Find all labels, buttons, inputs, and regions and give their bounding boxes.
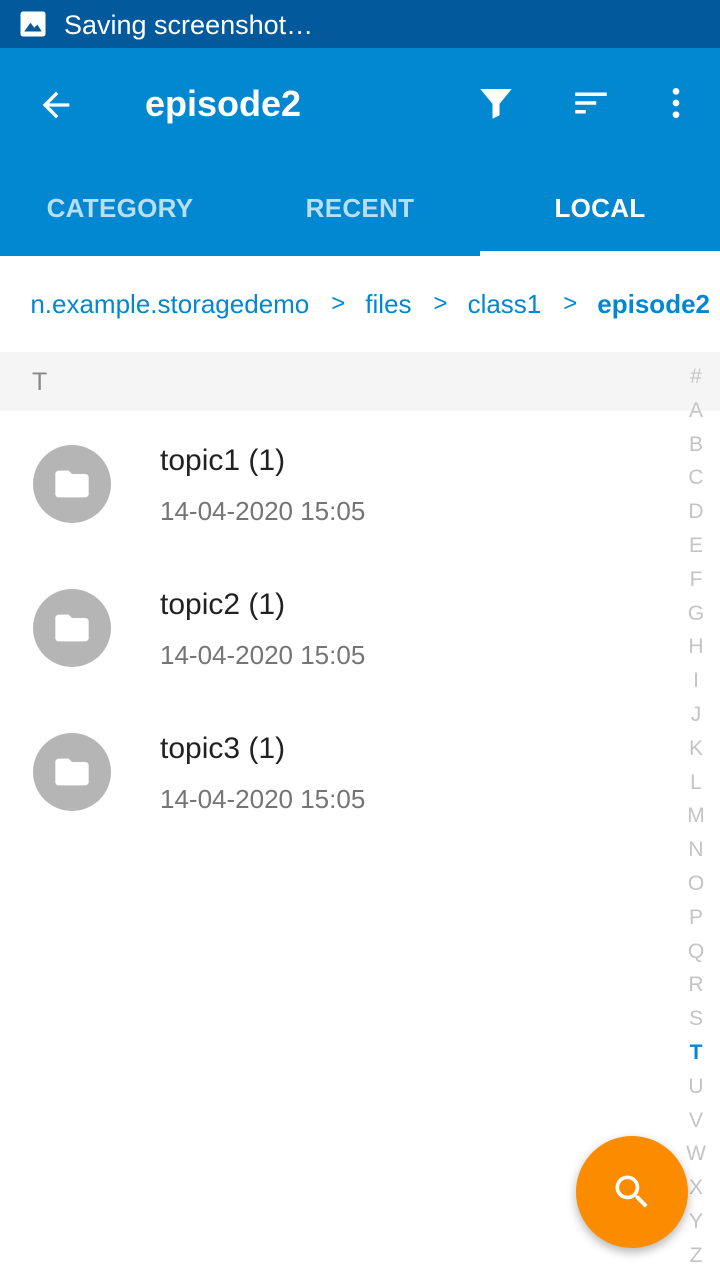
alphabet-index-letter[interactable]: N	[688, 833, 703, 867]
alphabet-index-letter[interactable]: L	[690, 766, 702, 800]
alphabet-index-letter[interactable]: M	[687, 799, 705, 833]
alphabet-index-letter[interactable]: P	[689, 901, 703, 935]
file-name: topic3 (1)	[160, 732, 286, 765]
alphabet-index-letter[interactable]: #	[690, 360, 702, 394]
tab-bar: CATEGORY RECENT LOCAL	[0, 160, 720, 256]
tab-local[interactable]: LOCAL	[480, 160, 720, 256]
alphabet-index-letter[interactable]: X	[689, 1171, 703, 1205]
more-options-button[interactable]	[648, 75, 704, 131]
file-date: 14-04-2020 15:05	[160, 496, 366, 526]
alphabet-index-letter[interactable]: B	[689, 428, 703, 462]
file-name: topic1 (1)	[160, 444, 286, 477]
section-header: T	[0, 352, 720, 411]
image-icon	[20, 11, 46, 37]
tab-recent[interactable]: RECENT	[240, 160, 480, 256]
alphabet-index-letter[interactable]: U	[688, 1070, 703, 1104]
back-button[interactable]	[28, 77, 84, 133]
alphabet-index-letter[interactable]: W	[686, 1137, 706, 1171]
file-date: 14-04-2020 15:05	[160, 784, 366, 814]
alphabet-index-letter[interactable]: Q	[688, 935, 704, 969]
filter-icon	[480, 89, 512, 119]
alphabet-index-letter[interactable]: Z	[690, 1239, 703, 1273]
more-vert-icon	[672, 88, 680, 118]
breadcrumb-item-episode2[interactable]: episode2	[597, 289, 710, 320]
page-title: episode2	[145, 83, 302, 124]
alphabet-index[interactable]: # A B C D E F G H I J K L M N O P Q R S T U V W X Y Z	[676, 360, 716, 1273]
alphabet-index-letter[interactable]: T	[690, 1036, 703, 1070]
file-date: 14-04-2020 15:05	[160, 640, 366, 670]
section-header-letter: T	[32, 368, 48, 396]
alphabet-index-letter[interactable]: F	[690, 563, 703, 597]
alphabet-index-letter[interactable]: O	[688, 867, 704, 901]
list-item[interactable]: topic2 (1) 14-04-2020 15:05	[0, 555, 680, 699]
alphabet-index-letter[interactable]: I	[693, 664, 699, 698]
breadcrumb-item-package[interactable]: n.example.storagedemo	[30, 289, 309, 320]
arrow-back-icon	[42, 91, 70, 119]
app-bar: episode2 CATEGORY RECENT LOCAL	[0, 48, 720, 256]
folder-avatar	[33, 589, 111, 667]
breadcrumb-separator: >	[433, 290, 448, 317]
folder-icon	[55, 614, 89, 642]
alphabet-index-letter[interactable]: V	[689, 1104, 703, 1138]
alphabet-index-letter[interactable]: C	[688, 461, 703, 495]
alphabet-index-letter[interactable]: J	[691, 698, 702, 732]
folder-avatar	[33, 445, 111, 523]
folder-icon	[55, 758, 89, 786]
breadcrumb: n.example.storagedemo > files > class1 >…	[0, 256, 720, 352]
search-icon	[615, 1175, 648, 1208]
alphabet-index-letter[interactable]: S	[689, 1002, 703, 1036]
sort-button[interactable]	[563, 75, 619, 131]
alphabet-index-letter[interactable]: A	[689, 394, 703, 428]
status-bar: Saving screenshot…	[0, 0, 720, 48]
filter-button[interactable]	[468, 75, 524, 131]
folder-icon	[55, 470, 89, 498]
breadcrumb-item-files[interactable]: files	[365, 289, 411, 320]
alphabet-index-letter[interactable]: K	[689, 732, 703, 766]
file-name: topic2 (1)	[160, 588, 286, 621]
status-notification-text: Saving screenshot…	[64, 10, 314, 40]
search-fab[interactable]	[576, 1136, 688, 1248]
breadcrumb-separator: >	[563, 290, 578, 317]
tab-category[interactable]: CATEGORY	[0, 160, 240, 256]
folder-avatar	[33, 733, 111, 811]
alphabet-index-letter[interactable]: R	[688, 968, 703, 1002]
list-item[interactable]: topic1 (1) 14-04-2020 15:05	[0, 411, 680, 555]
alphabet-index-letter[interactable]: Y	[689, 1205, 703, 1239]
alphabet-index-letter[interactable]: E	[689, 529, 703, 563]
breadcrumb-item-class1[interactable]: class1	[468, 289, 542, 320]
breadcrumb-separator: >	[331, 290, 346, 317]
list-item[interactable]: topic3 (1) 14-04-2020 15:05	[0, 699, 680, 843]
sort-icon	[575, 92, 607, 114]
alphabet-index-letter[interactable]: D	[688, 495, 703, 529]
alphabet-index-letter[interactable]: H	[688, 630, 703, 664]
file-list: topic1 (1) 14-04-2020 15:05 topic2 (1) 1…	[0, 411, 680, 843]
alphabet-index-letter[interactable]: G	[688, 597, 704, 631]
